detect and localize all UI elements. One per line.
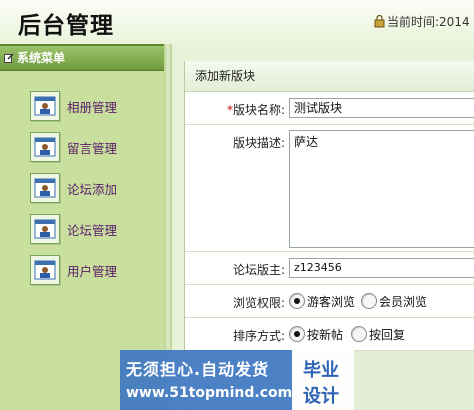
form-title: 添加新版块 bbox=[185, 61, 474, 92]
watermark-line1: 无须担心.自动发货 bbox=[126, 360, 270, 379]
sort-newest-radio[interactable]: 按新帖 bbox=[289, 326, 343, 343]
name-label: *版块名称: bbox=[226, 103, 285, 117]
sidebar-item-users[interactable]: 用户管理 bbox=[30, 253, 117, 287]
edit-icon bbox=[4, 53, 14, 63]
sort-reply-radio[interactable]: 按回复 bbox=[351, 326, 405, 343]
sidebar-item-forum-manage[interactable]: 论坛管理 bbox=[30, 212, 117, 246]
sidebar-item-label: 留言管理 bbox=[67, 140, 118, 156]
radio-unselected-icon bbox=[361, 293, 377, 309]
sidebar-item-album[interactable]: 相册管理 bbox=[30, 89, 117, 123]
user-card-icon bbox=[30, 255, 60, 285]
sidebar-header: 系统菜单 bbox=[0, 44, 164, 71]
sidebar-heading: 系统菜单 bbox=[17, 51, 66, 65]
sidebar-item-label: 论坛管理 bbox=[67, 222, 118, 238]
form-row-description: 版块描述: 萨达 bbox=[185, 125, 474, 252]
sidebar-item-label: 相册管理 bbox=[67, 99, 118, 115]
top-header: 后台管理 当前时间:2014 bbox=[0, 0, 474, 44]
board-owner-input[interactable]: z123456 bbox=[289, 258, 474, 278]
form-row-permission: 浏览权限: 游客浏览 会员浏览 bbox=[185, 285, 474, 318]
user-card-icon bbox=[30, 132, 60, 162]
owner-label: 论坛版主: bbox=[232, 263, 285, 277]
current-time: 当前时间:2014 bbox=[374, 13, 470, 30]
form-row-sort: 排序方式: 按新帖 按回复 bbox=[185, 318, 474, 351]
radio-unselected-icon bbox=[351, 326, 367, 342]
clock-lock-icon bbox=[374, 15, 385, 28]
sidebar-item-messages[interactable]: 留言管理 bbox=[30, 130, 117, 164]
time-label: 当前时间: bbox=[387, 15, 440, 29]
permission-member-radio[interactable]: 会员浏览 bbox=[361, 293, 427, 310]
time-value: 2014 bbox=[439, 15, 470, 29]
board-name-input[interactable]: 测试版块 bbox=[289, 98, 474, 118]
watermark-url: www.51topmind.com bbox=[126, 385, 293, 401]
form-row-name: *版块名称: 测试版块 bbox=[185, 92, 474, 125]
sidebar-item-label: 论坛添加 bbox=[67, 181, 118, 197]
form-row-owner: 论坛版主: z123456 bbox=[185, 252, 474, 285]
sidebar-item-label: 用户管理 bbox=[67, 263, 118, 279]
user-card-icon bbox=[30, 214, 60, 244]
sort-label: 排序方式: bbox=[232, 329, 285, 343]
description-label: 版块描述: bbox=[232, 136, 285, 150]
board-description-textarea[interactable]: 萨达 bbox=[289, 130, 474, 248]
permission-label: 浏览权限: bbox=[232, 296, 285, 310]
radio-selected-icon bbox=[289, 293, 305, 309]
user-card-icon bbox=[30, 91, 60, 121]
app-title: 后台管理 bbox=[18, 13, 114, 39]
permission-guest-radio[interactable]: 游客浏览 bbox=[289, 293, 355, 310]
watermark-badge-line2: 设计 bbox=[303, 386, 339, 407]
user-card-icon bbox=[30, 173, 60, 203]
watermark-badge-line1: 毕业 bbox=[303, 360, 339, 381]
radio-selected-icon bbox=[289, 326, 305, 342]
sidebar-item-forum-add[interactable]: 论坛添加 bbox=[30, 171, 117, 205]
